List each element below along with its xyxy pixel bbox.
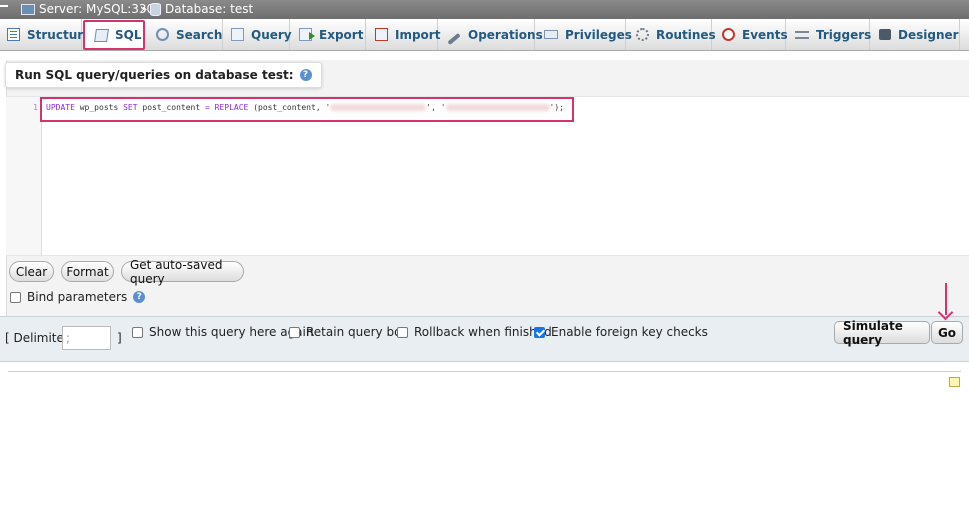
kw-set: SET	[123, 103, 138, 112]
help-icon[interactable]: ?	[133, 291, 146, 303]
show-query-again-option[interactable]: Show this query here again	[132, 325, 313, 339]
code-column: post_content	[142, 103, 201, 112]
privileges-icon	[544, 30, 558, 39]
tab-import[interactable]: Import	[366, 19, 441, 50]
delimiter-label: [ Delimiter	[5, 331, 69, 345]
clear-button[interactable]: Clear	[9, 261, 54, 282]
kw-update: UPDATE	[46, 103, 75, 112]
query-footer	[0, 316, 969, 362]
code-line: UPDATE wp_posts SET post_content = REPLA…	[46, 103, 564, 112]
get-auto-saved-query-button[interactable]: Get auto-saved query	[121, 258, 244, 286]
triggers-icon	[795, 30, 809, 39]
designer-icon	[879, 29, 891, 40]
tab-privileges-label: Privileges	[565, 27, 632, 42]
line-number-gutter: 1	[6, 97, 42, 255]
tab-query-label: Query	[251, 27, 292, 42]
rollback-option[interactable]: Rollback when finished	[397, 325, 552, 339]
go-button[interactable]: Go	[931, 321, 963, 344]
tab-structure-label: Structure	[27, 27, 92, 42]
arrow-down-icon	[937, 283, 954, 321]
tab-triggers[interactable]: Triggers	[786, 19, 872, 50]
retain-query-box-label: Retain query box	[306, 325, 409, 339]
code-eq: =	[205, 103, 210, 112]
retain-query-box-option[interactable]: Retain query box	[289, 325, 408, 339]
query-icon	[231, 28, 244, 41]
redacted-new-url	[445, 104, 550, 111]
panel-legend-text: Run SQL query/queries on database test:	[15, 68, 294, 82]
line-number: 1	[33, 103, 38, 112]
server-icon	[21, 4, 35, 15]
code-table: wp_posts	[79, 103, 119, 112]
tab-structure[interactable]: Structure	[0, 19, 91, 50]
search-icon	[156, 28, 169, 41]
routines-icon	[636, 28, 649, 41]
code-close: ');	[549, 103, 564, 112]
bind-parameters-label: Bind parameters	[27, 290, 128, 304]
database-icon	[150, 3, 161, 16]
structure-icon	[7, 28, 20, 41]
fn-replace: REPLACE	[214, 103, 249, 112]
sql-icon	[94, 28, 109, 42]
tab-search[interactable]: Search	[146, 19, 223, 50]
tab-sql-label: SQL	[115, 28, 142, 42]
breadcrumb-database-label: Database: test	[165, 2, 254, 16]
foreign-key-checks-checkbox[interactable]	[534, 326, 545, 338]
tab-routines[interactable]: Routines	[626, 19, 716, 50]
tab-operations[interactable]: Operations	[438, 19, 543, 50]
notes-icon[interactable]	[949, 377, 960, 387]
bind-parameters-checkbox[interactable]	[10, 291, 21, 303]
rollback-label: Rollback when finished	[414, 325, 552, 339]
simulate-query-button[interactable]: Simulate query	[834, 319, 930, 347]
code-args-open: (post_content, '	[253, 103, 331, 112]
retain-query-box-checkbox[interactable]	[289, 326, 300, 338]
operations-icon	[447, 32, 461, 45]
tab-triggers-label: Triggers	[816, 27, 872, 42]
tab-operations-label: Operations	[468, 27, 543, 42]
breadcrumb-separator: »	[140, 2, 148, 16]
divider	[8, 371, 961, 372]
format-button[interactable]: Format	[61, 261, 114, 282]
foreign-key-checks-option[interactable]: Enable foreign key checks	[534, 325, 708, 339]
events-icon	[722, 28, 735, 41]
tab-query[interactable]: Query	[223, 19, 292, 50]
tab-routines-label: Routines	[656, 27, 716, 42]
tab-designer[interactable]: Designer	[870, 19, 960, 50]
export-icon	[299, 28, 315, 41]
rollback-checkbox[interactable]	[397, 326, 408, 338]
redacted-old-url	[330, 104, 427, 111]
tab-designer-label: Designer	[898, 27, 959, 42]
sql-editor[interactable]: 1 UPDATE wp_posts SET post_content = REP…	[6, 96, 969, 256]
top-tabs: Structure SQL Search Query Export Import…	[0, 19, 969, 51]
code-sep: ', '	[426, 103, 446, 112]
delimiter-input[interactable]	[62, 326, 111, 350]
delimiter-close: ]	[117, 331, 122, 345]
import-icon	[375, 28, 388, 41]
tab-export-label: Export	[319, 27, 364, 42]
breadcrumb-database[interactable]: Database: test	[150, 0, 253, 19]
tab-import-label: Import	[395, 27, 441, 42]
tab-export[interactable]: Export	[290, 19, 366, 50]
tab-search-label: Search	[176, 27, 223, 42]
tab-events[interactable]: Events	[712, 19, 788, 50]
show-query-again-checkbox[interactable]	[132, 326, 143, 338]
bind-parameters-option[interactable]: Bind parameters ?	[10, 290, 146, 304]
help-icon[interactable]: ?	[299, 69, 312, 81]
collapse-icon[interactable]	[0, 5, 8, 7]
tab-sql[interactable]: SQL	[83, 20, 145, 50]
tab-privileges[interactable]: Privileges	[535, 19, 632, 50]
breadcrumb: Server: MySQL:3306 » Database: test	[0, 0, 969, 19]
panel-legend: Run SQL query/queries on database test: …	[5, 62, 322, 88]
tab-events-label: Events	[742, 27, 788, 42]
foreign-key-checks-label: Enable foreign key checks	[551, 325, 708, 339]
